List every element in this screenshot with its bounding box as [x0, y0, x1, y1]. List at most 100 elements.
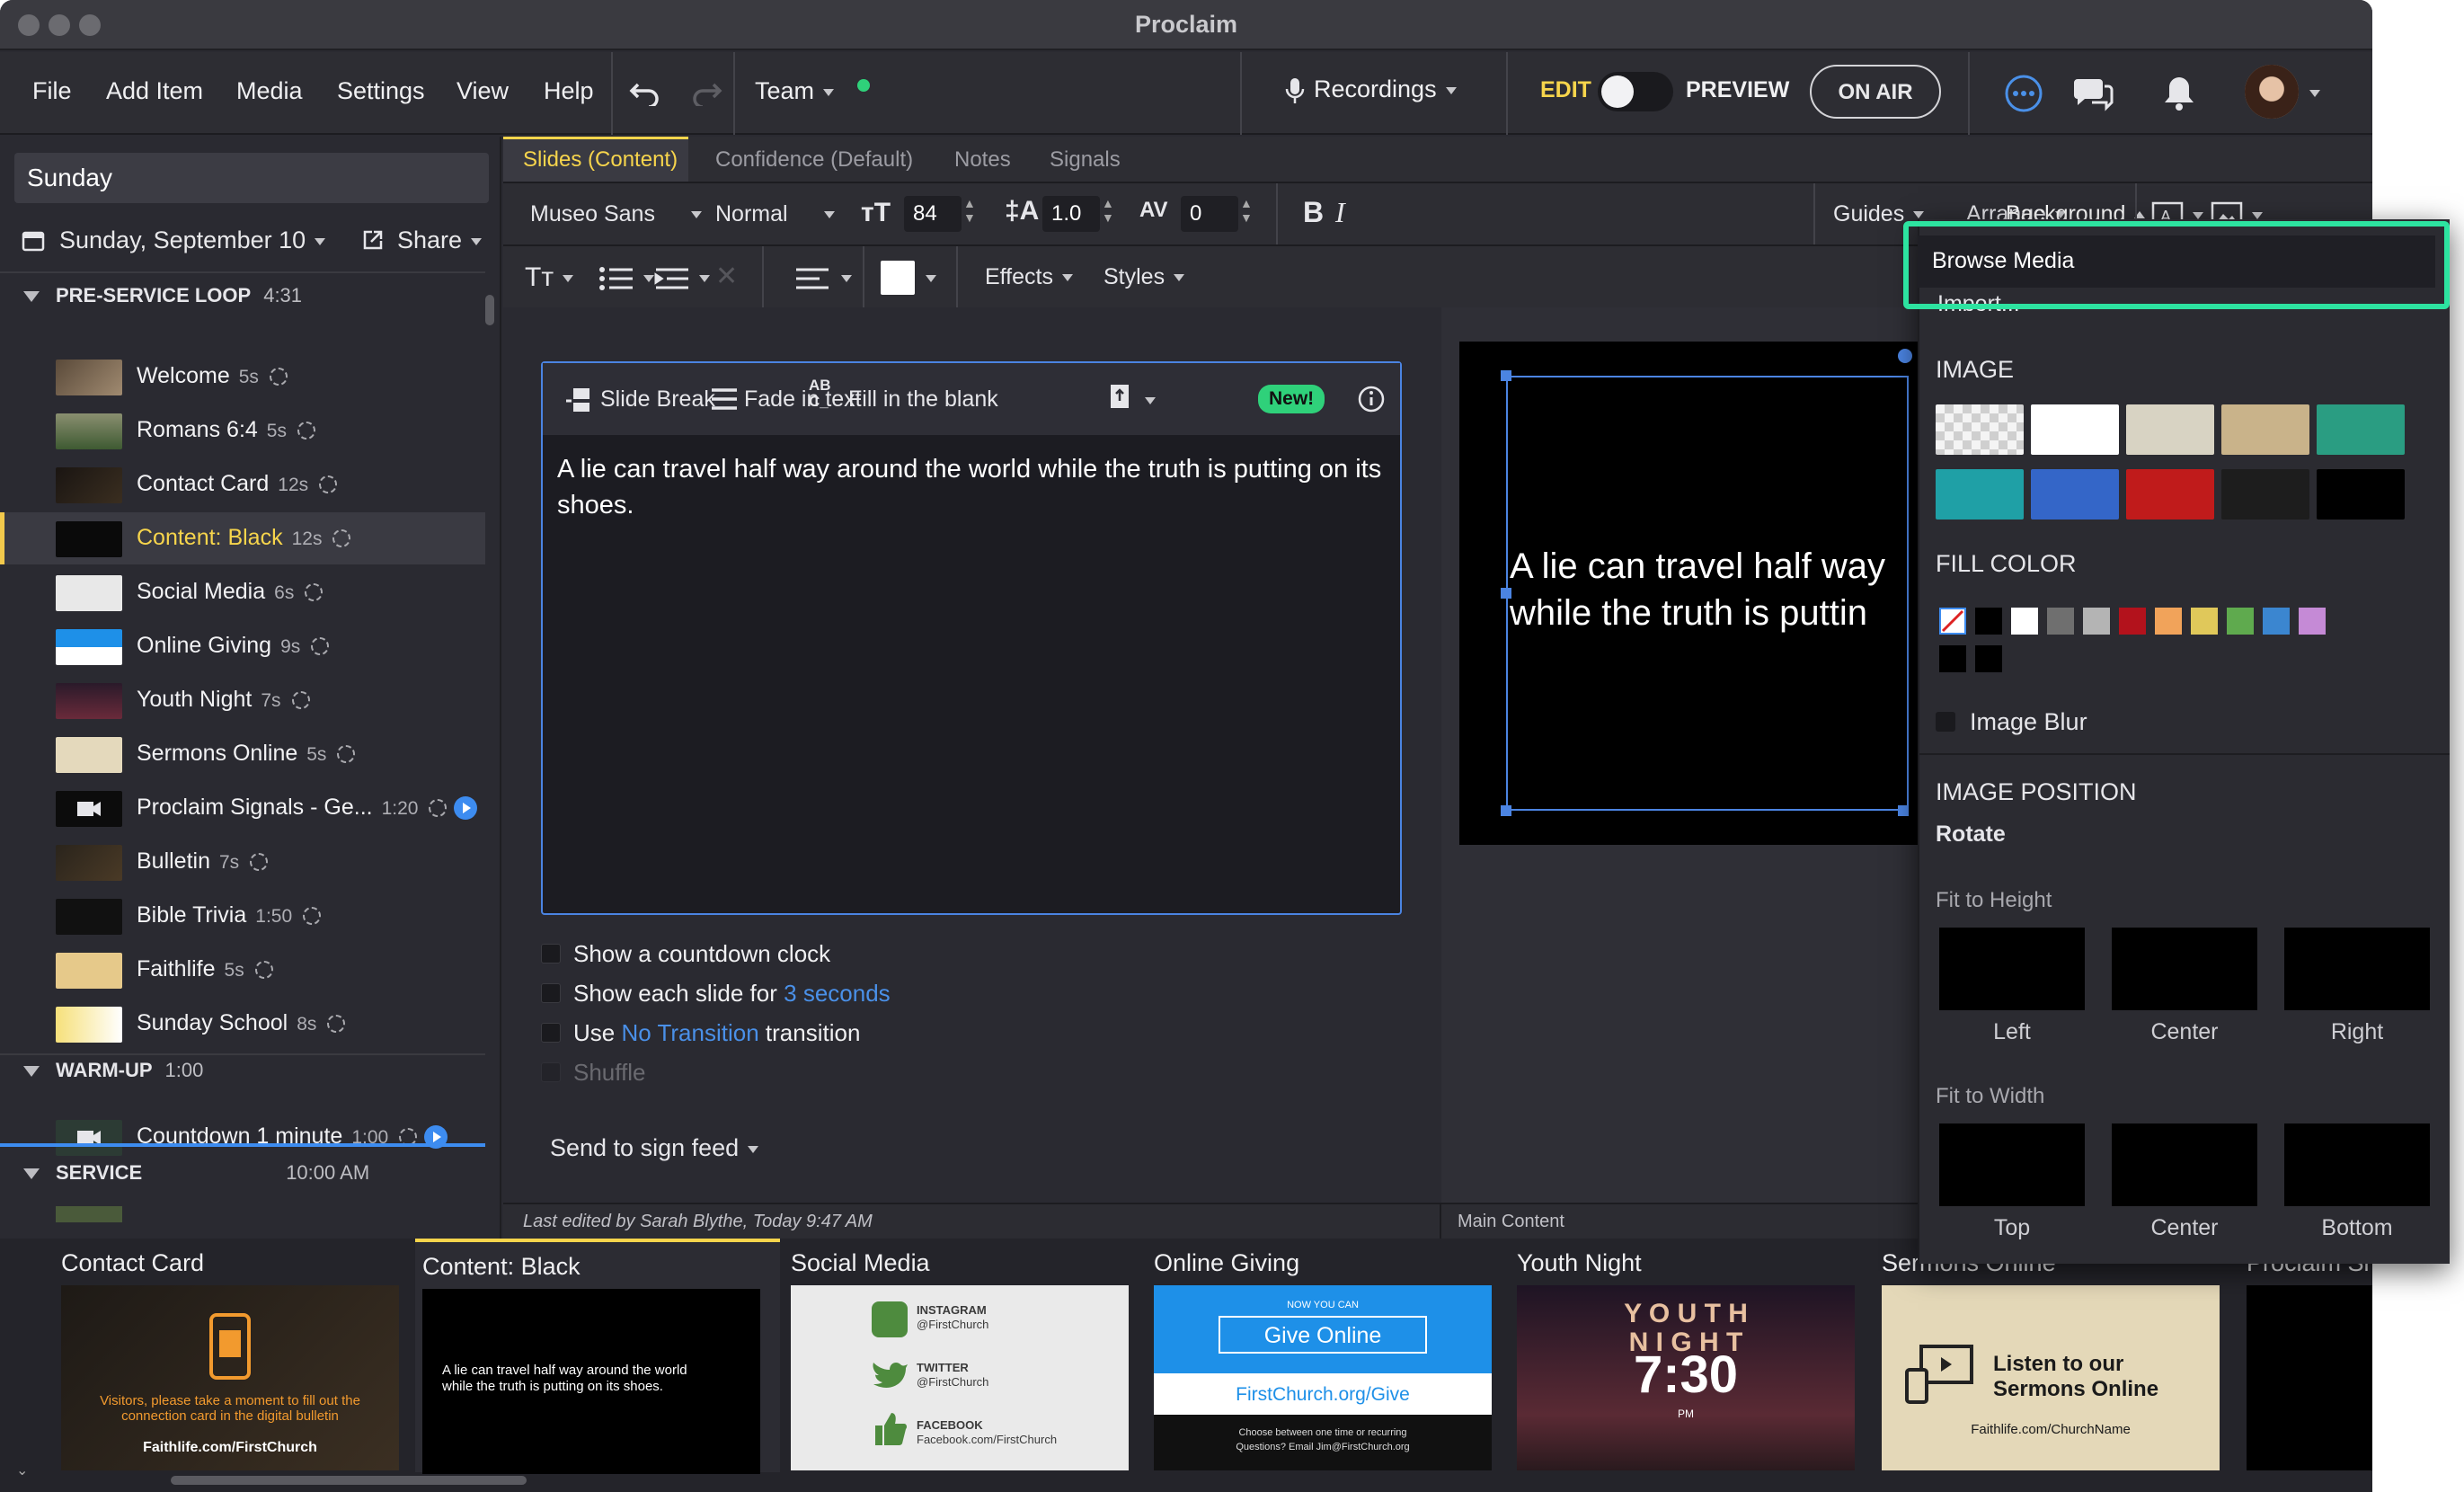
chat-icon[interactable] — [2072, 75, 2114, 111]
menu-add-item[interactable]: Add Item — [106, 77, 203, 105]
share-dropdown[interactable]: Share — [397, 226, 483, 254]
strip-collapse-icon[interactable]: ⌄ — [16, 1461, 28, 1479]
list-item-countdown[interactable]: Countdown 1 minute 1:00 — [0, 1111, 485, 1163]
line-height-field[interactable]: 1.0 — [1042, 196, 1100, 232]
strip-card-sermons-online[interactable]: Sermons Online Listen to ourSermons Onli… — [1875, 1239, 2239, 1472]
image-swatch[interactable] — [2126, 469, 2214, 520]
fill-color-swatch[interactable] — [2155, 608, 2182, 635]
play-icon[interactable] — [454, 796, 478, 821]
fill-color-swatch[interactable] — [2011, 608, 2038, 635]
list-item-social-media[interactable]: Social Media 6s — [0, 566, 485, 618]
bullet-list-chevron-icon[interactable] — [643, 275, 654, 282]
slide-break-button[interactable]: Slide Break — [600, 386, 715, 413]
tab-notes[interactable]: Notes — [954, 147, 1011, 173]
fit-height-right-option[interactable] — [2284, 928, 2430, 1010]
undo-icon[interactable] — [629, 79, 661, 106]
menu-view[interactable]: View — [456, 77, 509, 105]
insert-marker-icon[interactable] — [1109, 383, 1132, 413]
font-family-dropdown[interactable]: Museo Sans — [530, 201, 702, 227]
fit-width-center-option[interactable] — [2112, 1123, 2257, 1206]
slide-duration-link[interactable]: 3 seconds — [784, 980, 891, 1007]
fill-color-swatch[interactable] — [2299, 608, 2326, 635]
tab-signals[interactable]: Signals — [1050, 147, 1121, 173]
effects-dropdown[interactable]: Effects — [985, 264, 1073, 290]
font-weight-dropdown[interactable]: Normal — [715, 201, 835, 227]
fit-width-bottom-option[interactable] — [2284, 1123, 2430, 1206]
strip-card-social-media[interactable]: Social Media INSTAGRAM @FirstChurch TWITT… — [784, 1239, 1148, 1472]
list-item-content-black[interactable]: Content: Black 12s — [0, 512, 485, 564]
section-service[interactable]: SERVICE 10:00 AM — [23, 1161, 369, 1185]
insert-image-chevron-icon[interactable] — [2252, 212, 2263, 219]
image-swatch[interactable] — [2031, 404, 2119, 455]
list-item-sunday-school[interactable]: Sunday School 8s — [0, 998, 485, 1050]
indent-icon[interactable] — [654, 266, 690, 291]
countdown-checkbox[interactable] — [541, 944, 561, 964]
user-avatar[interactable] — [2245, 65, 2299, 119]
list-item-bulletin[interactable]: Bulletin 7s — [0, 836, 485, 888]
team-dropdown[interactable]: Team — [755, 77, 835, 105]
insert-marker-chevron-icon[interactable] — [1145, 397, 1156, 404]
text-color-chevron-icon[interactable] — [926, 275, 936, 282]
menu-media[interactable]: Media — [236, 77, 303, 105]
strip-card-proclaim-signals[interactable]: Proclaim Si — [2239, 1239, 2372, 1472]
fill-color-swatch[interactable] — [2191, 608, 2218, 635]
indent-chevron-icon[interactable] — [699, 275, 710, 282]
browse-media-menu-item[interactable]: Browse Media — [1918, 235, 2435, 288]
strip-card-online-giving[interactable]: Online Giving NOW YOU CAN Give Online Fi… — [1147, 1239, 1511, 1472]
redo-icon[interactable] — [690, 79, 722, 106]
sidebar-scrollbar[interactable] — [485, 295, 494, 325]
show-each-checkbox[interactable] — [541, 983, 561, 1003]
slide-body-text[interactable]: A lie can travel half way around the wor… — [557, 451, 1384, 523]
list-item-contact-card[interactable]: Contact Card 12s — [0, 458, 485, 511]
transition-link[interactable]: No Transition — [621, 1019, 758, 1046]
image-swatch[interactable] — [2126, 404, 2214, 455]
resize-handle[interactable] — [1501, 370, 1511, 381]
clear-format-icon[interactable]: ✕ — [715, 261, 738, 292]
preview-mode-label[interactable]: PREVIEW — [1686, 77, 1789, 103]
menu-file[interactable]: File — [32, 77, 72, 105]
resize-handle[interactable] — [1501, 805, 1511, 816]
sign-feed-dropdown[interactable]: Send to sign feed — [550, 1134, 759, 1162]
fit-height-center-option[interactable] — [2112, 928, 2257, 1010]
resize-handle[interactable] — [1898, 805, 1909, 816]
fill-color-swatch[interactable] — [1975, 608, 2002, 635]
menu-settings[interactable]: Settings — [337, 77, 425, 105]
list-item-proclaim-signals[interactable]: Proclaim Signals - Ge... 1:20 — [0, 782, 485, 834]
slide-text-editor[interactable]: Slide Break Fade in text AB C_ Fill in th… — [541, 361, 1402, 915]
font-size-field[interactable]: 84 — [904, 196, 962, 232]
more-options-icon[interactable] — [2004, 74, 2043, 113]
list-item-sermons-online[interactable]: Sermons Online 5s — [0, 728, 485, 780]
list-item-youth-night[interactable]: Youth Night 7s — [0, 674, 485, 726]
fill-color-swatch[interactable] — [1939, 645, 1966, 672]
tracking-field[interactable]: 0 — [1181, 196, 1238, 232]
tab-slides-content[interactable]: Slides (Content) — [523, 147, 678, 173]
strip-card-content-black[interactable]: Content: Black A lie can travel half way… — [415, 1239, 780, 1474]
image-swatch[interactable] — [2317, 404, 2405, 455]
image-blur-checkbox[interactable] — [1936, 712, 1955, 732]
fill-blank-button[interactable]: Fill in the blank — [848, 386, 998, 413]
image-swatch[interactable] — [2221, 404, 2309, 455]
text-case-dropdown[interactable]: Tт — [525, 262, 574, 293]
text-color-swatch[interactable] — [881, 261, 915, 295]
bold-button[interactable]: B — [1303, 196, 1324, 229]
rotate-option[interactable]: Rotate — [1936, 821, 2006, 848]
fit-width-top-option[interactable] — [1939, 1123, 2085, 1206]
text-box-chevron-icon[interactable] — [2193, 212, 2203, 219]
strip-card-contact-card[interactable]: Contact Card Visitors, please take a mom… — [54, 1239, 419, 1472]
info-icon[interactable] — [1357, 385, 1386, 413]
notifications-bell-icon[interactable] — [2162, 74, 2196, 113]
strip-card-youth-night[interactable]: Youth Night Y O U T HN I G H T 7:30 PM — [1510, 1239, 1875, 1472]
rotate-handle[interactable] — [1898, 349, 1912, 363]
list-item-faithlife[interactable]: Faithlife 5s — [0, 944, 485, 996]
image-swatch[interactable] — [2221, 469, 2309, 520]
align-text-icon[interactable] — [794, 266, 830, 291]
fill-color-swatch[interactable] — [1975, 645, 2002, 672]
shuffle-checkbox[interactable] — [541, 1062, 561, 1082]
line-height-stepper[interactable]: ▲ ▼ — [1102, 196, 1114, 225]
font-size-stepper[interactable]: ▲ ▼ — [963, 196, 976, 225]
tracking-stepper[interactable]: ▲ ▼ — [1240, 196, 1253, 225]
edit-preview-toggle[interactable] — [1598, 72, 1673, 111]
on-air-button[interactable]: ON AIR — [1810, 65, 1941, 119]
image-swatch[interactable] — [1936, 469, 2024, 520]
recordings-dropdown[interactable]: Recordings — [1285, 75, 1457, 105]
